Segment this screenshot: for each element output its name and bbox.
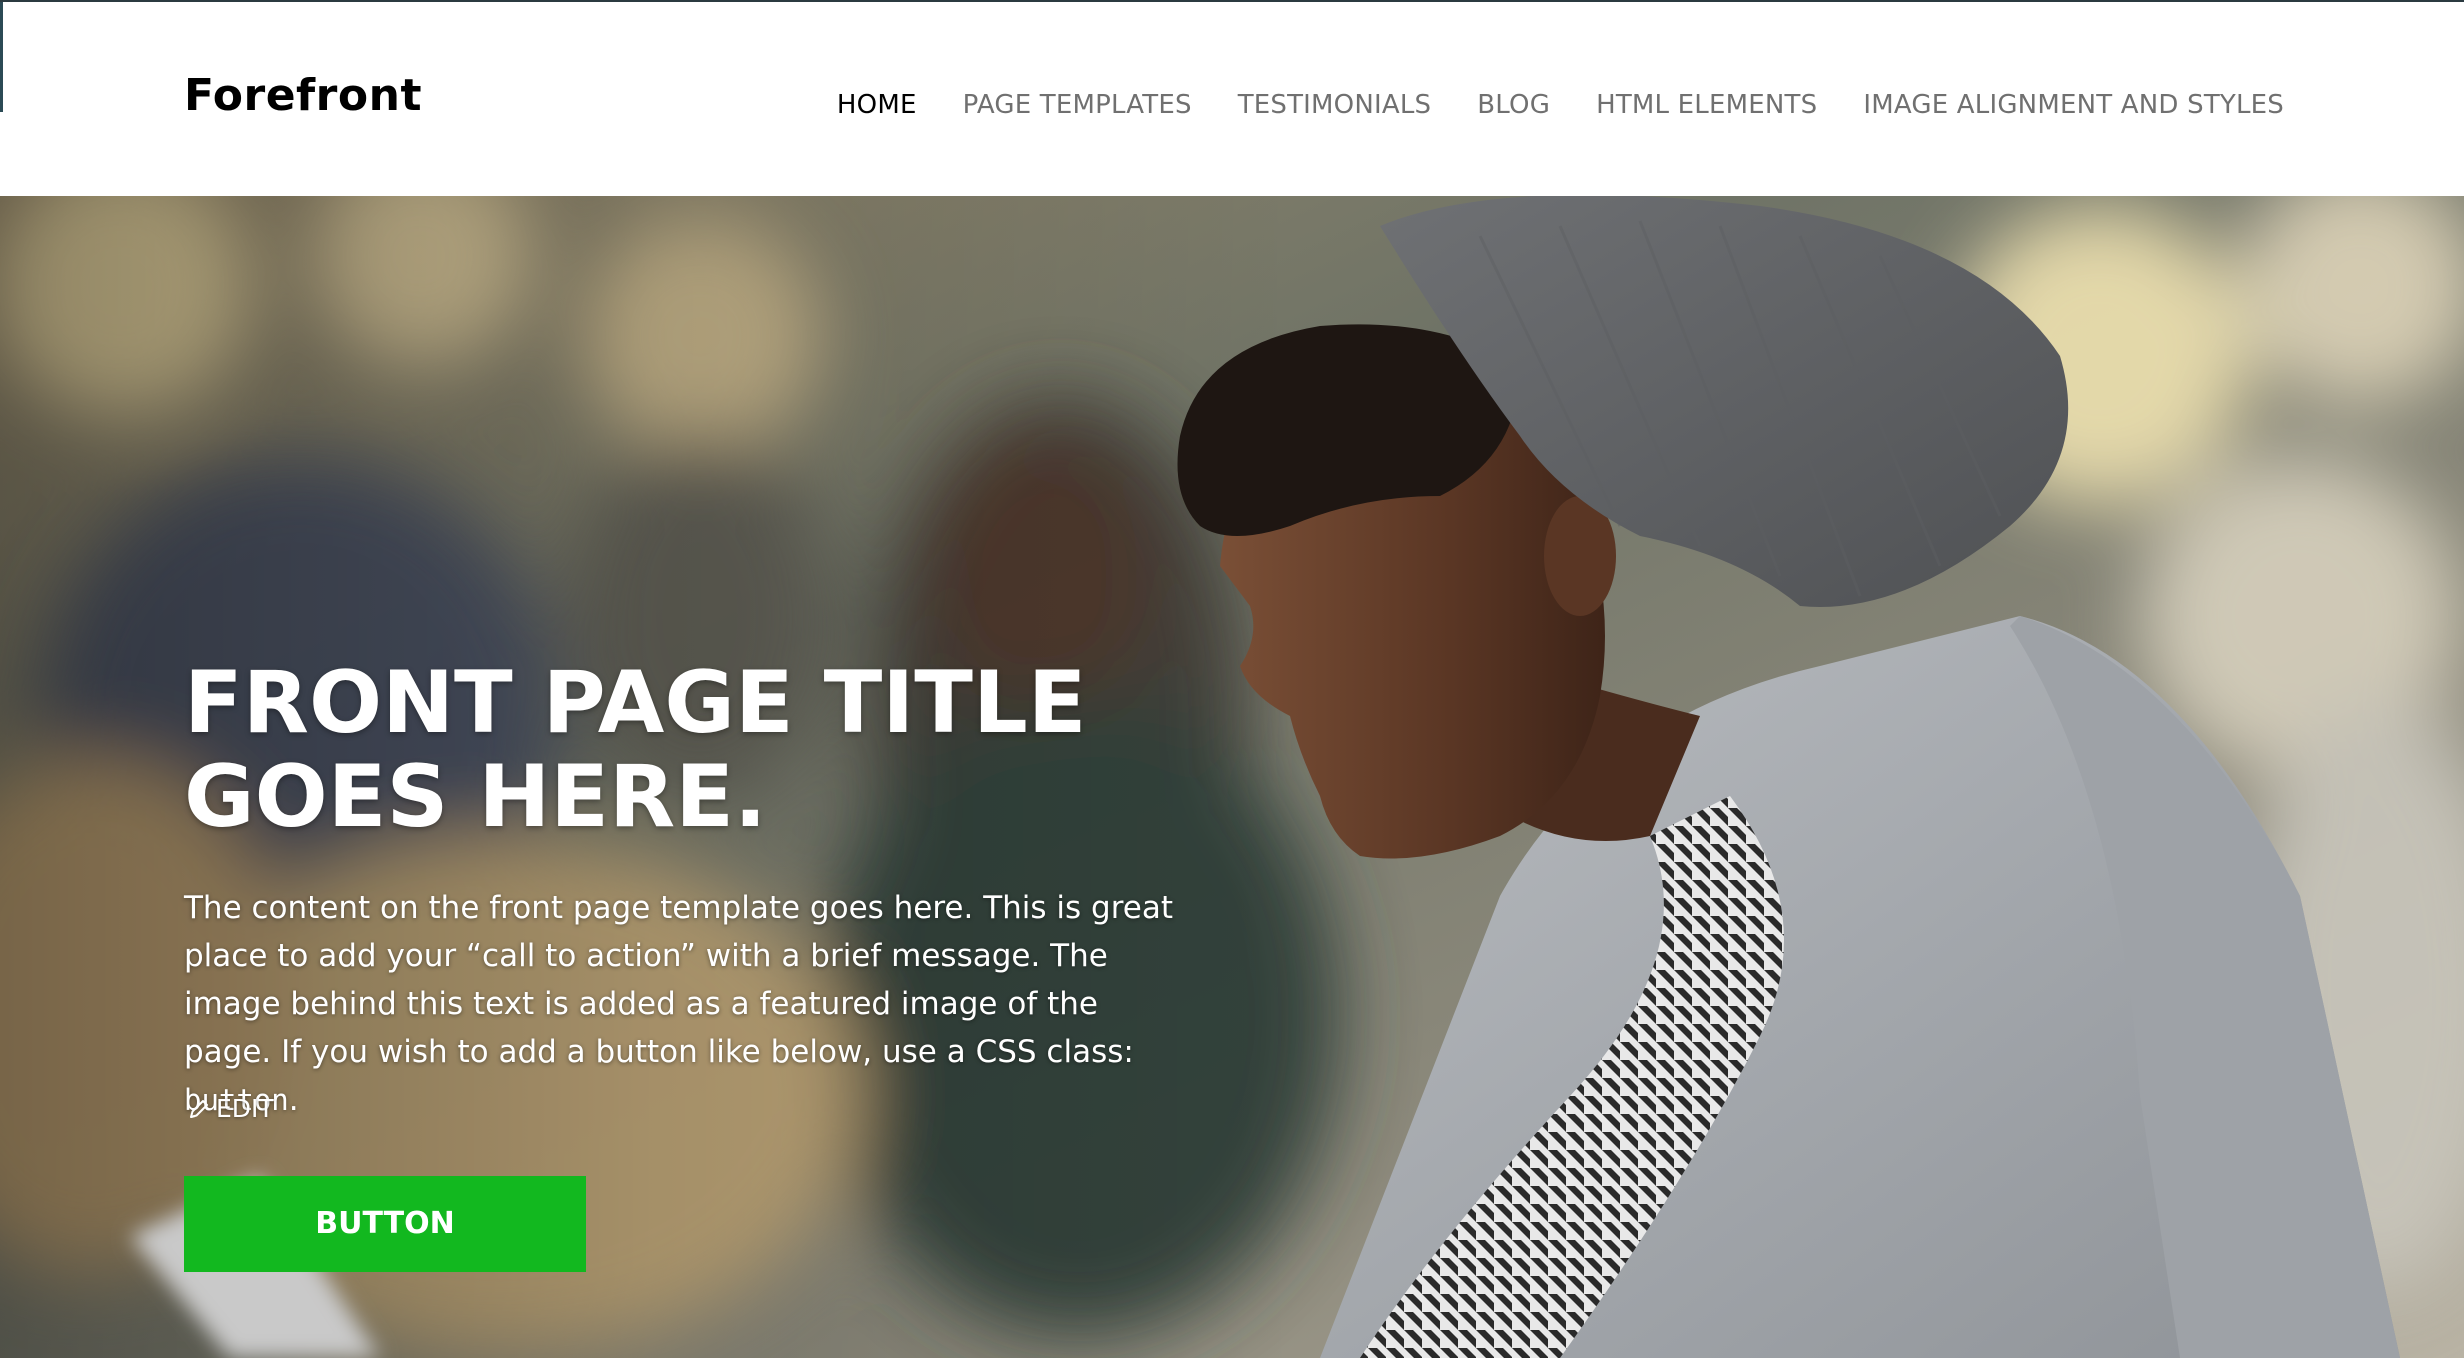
nav-item-page-templates[interactable]: PAGE TEMPLATES — [963, 90, 1192, 120]
edit-link[interactable]: EDIT — [188, 1094, 274, 1123]
hero-section: FRONT PAGE TITLE GOES HERE. The content … — [0, 196, 2464, 1358]
nav-item-html-elements[interactable]: HTML ELEMENTS — [1596, 90, 1817, 120]
hero-description-text: The content on the front page template g… — [184, 890, 1173, 1070]
hero-title: FRONT PAGE TITLE GOES HERE. — [184, 653, 1087, 847]
site-header: Forefront HOME PAGE TEMPLATES TESTIMONIA… — [0, 0, 2464, 196]
nav-item-blog[interactable]: BLOG — [1477, 90, 1550, 120]
window-edge — [0, 2, 3, 112]
nav-item-home[interactable]: HOME — [837, 90, 917, 120]
main-nav: HOME PAGE TEMPLATES TESTIMONIALS BLOG HT… — [837, 90, 2284, 120]
pencil-icon — [190, 1099, 208, 1118]
call-to-action-button[interactable]: BUTTON — [184, 1176, 586, 1272]
edit-label: EDIT — [216, 1094, 274, 1123]
site-title-link[interactable]: Forefront — [184, 70, 422, 121]
nav-item-testimonials[interactable]: TESTIMONIALS — [1238, 90, 1432, 120]
hero-description-end: . — [288, 1082, 299, 1118]
hero-description: The content on the front page template g… — [184, 884, 1174, 1124]
page: Forefront HOME PAGE TEMPLATES TESTIMONIA… — [0, 0, 2464, 1358]
hero-content: FRONT PAGE TITLE GOES HERE. The content … — [184, 656, 1184, 1272]
nav-item-image-alignment[interactable]: IMAGE ALIGNMENT AND STYLES — [1863, 90, 2284, 120]
